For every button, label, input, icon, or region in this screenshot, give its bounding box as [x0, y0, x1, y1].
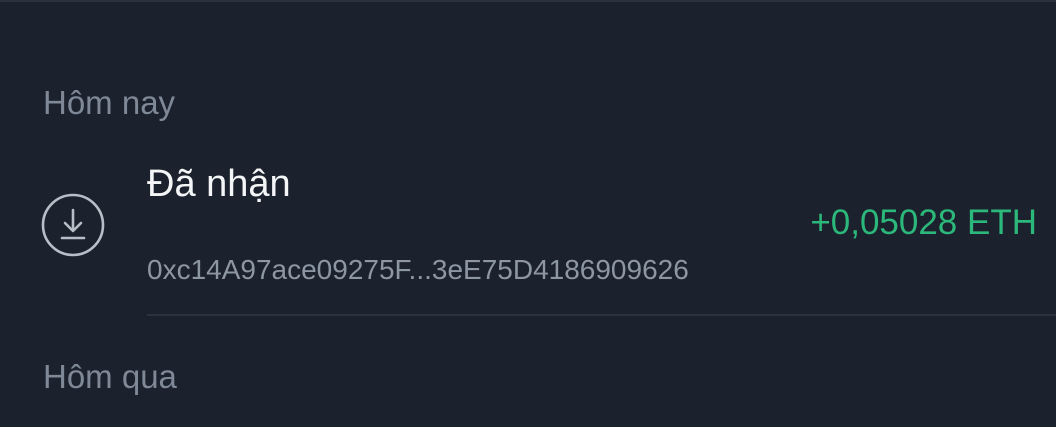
transaction-type: Đã nhận: [147, 163, 291, 205]
download-circle-icon: [41, 193, 105, 257]
transaction-amount: +0,05028 ETH: [810, 203, 1037, 242]
transaction-address: 0xc14A97ace09275F...3eE75D4186909626: [147, 254, 689, 285]
row-divider: [147, 314, 1056, 316]
section-header-today: Hôm nay: [43, 84, 176, 121]
top-divider: [0, 0, 1056, 2]
section-header-yesterday: Hôm qua: [43, 358, 177, 395]
